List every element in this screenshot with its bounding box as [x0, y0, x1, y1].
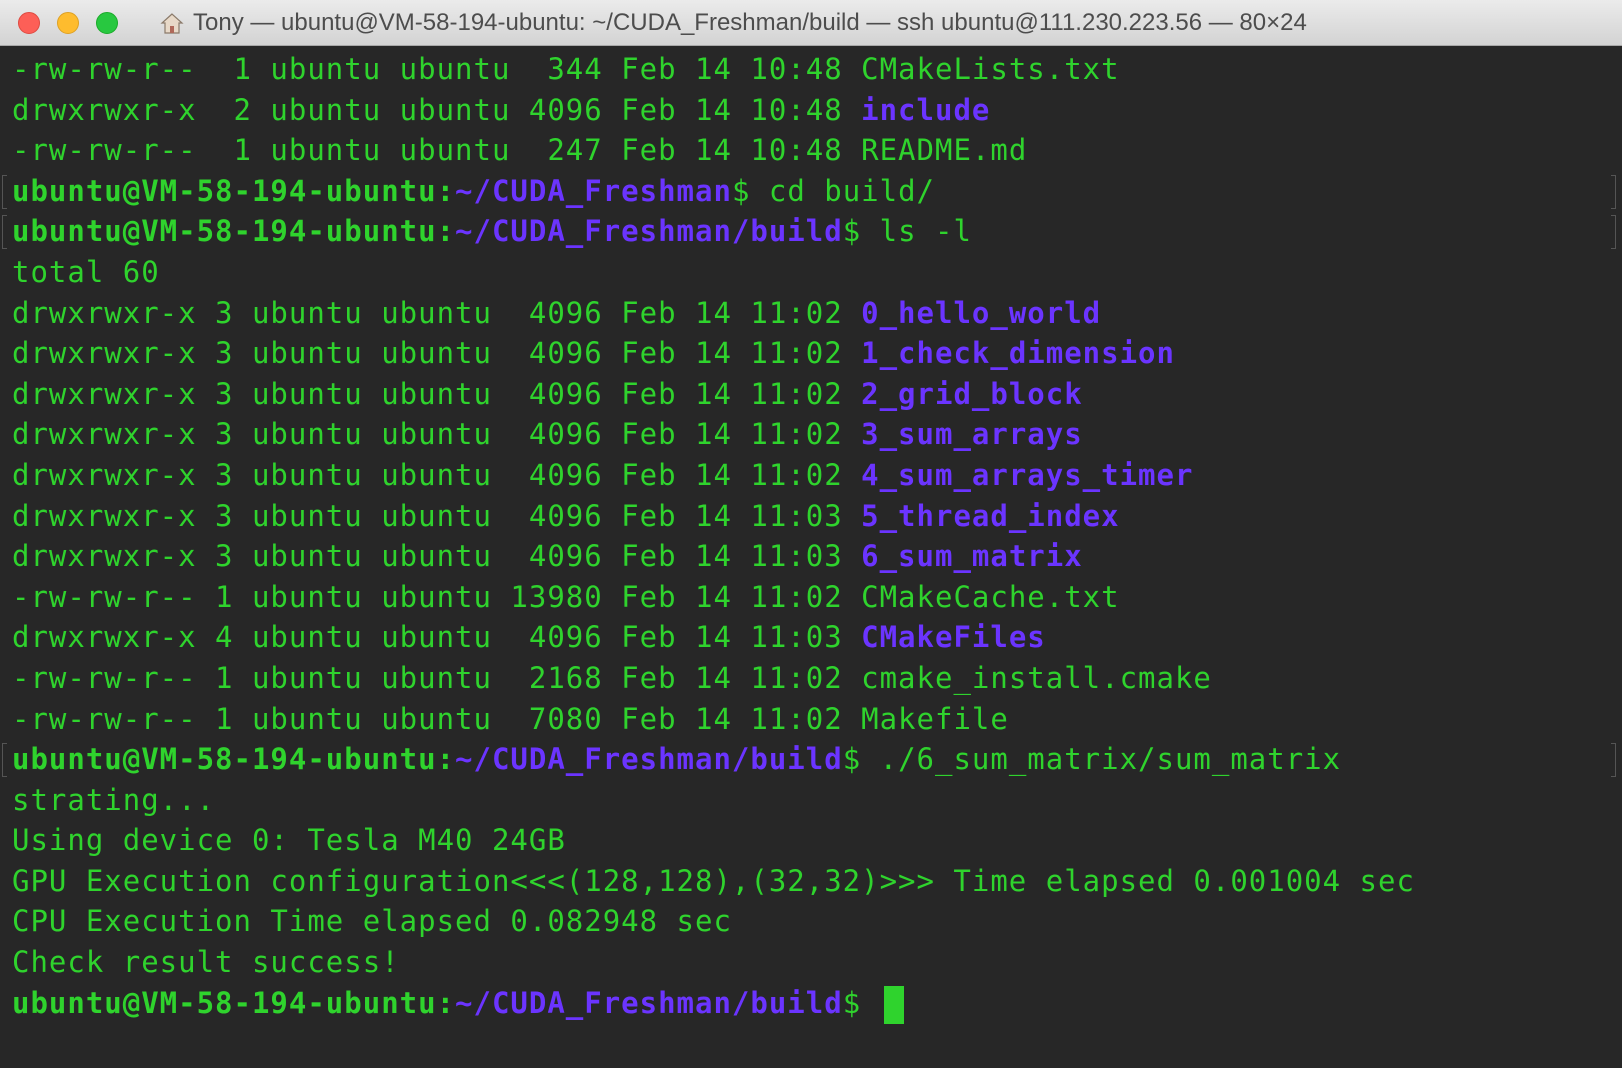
- dir-name: 3_sum_arrays: [861, 417, 1083, 452]
- file-name: Makefile: [861, 701, 1009, 736]
- prompt-line: ubuntu@VM-58-194-ubuntu:~/CUDA_Freshman/…: [12, 983, 1622, 1024]
- row-prefix: drwxrwxr-x 3 ubuntu ubuntu 4096 Feb 14 1…: [12, 295, 862, 330]
- row-prefix: -rw-rw-r-- 1 ubuntu ubuntu 13980 Feb 14 …: [12, 579, 862, 614]
- listing-row: -rw-rw-r-- 1 ubuntu ubuntu 344 Feb 14 10…: [12, 49, 1622, 90]
- dir-name: 1_check_dimension: [861, 336, 1175, 371]
- file-name: CMakeCache.txt: [861, 579, 1120, 614]
- row-prefix: drwxrwxr-x 3 ubuntu ubuntu 4096 Feb 14 1…: [12, 336, 862, 371]
- listing-row: drwxrwxr-x 4 ubuntu ubuntu 4096 Feb 14 1…: [12, 617, 1622, 658]
- prompt-user: ubuntu@VM-58-194-ubuntu:: [12, 985, 456, 1020]
- row-prefix: -rw-rw-r-- 1 ubuntu ubuntu 344 Feb 14 10…: [12, 52, 862, 86]
- listing-row: drwxrwxr-x 3 ubuntu ubuntu 4096 Feb 14 1…: [12, 455, 1622, 496]
- dir-name: 6_sum_matrix: [861, 539, 1083, 574]
- terminal-cursor[interactable]: [883, 985, 904, 1024]
- command-text: cd build/: [750, 173, 936, 208]
- prompt-line: ubuntu@VM-58-194-ubuntu:~/CUDA_Freshman/…: [2, 211, 1622, 252]
- row-prefix: drwxrwxr-x 2 ubuntu ubuntu 4096 Feb 14 1…: [12, 92, 862, 127]
- listing-row: drwxrwxr-x 2 ubuntu ubuntu 4096 Feb 14 1…: [12, 90, 1622, 131]
- mark-bracket-right: [1611, 743, 1616, 778]
- total-line: total 60: [12, 254, 160, 289]
- row-prefix: drwxrwxr-x 3 ubuntu ubuntu 4096 Feb 14 1…: [12, 457, 862, 492]
- listing-row: -rw-rw-r-- 1 ubuntu ubuntu 2168 Feb 14 1…: [12, 658, 1622, 699]
- dir-name: 0_hello_world: [861, 295, 1102, 330]
- command-text: ./6_sum_matrix/sum_matrix: [861, 742, 1342, 777]
- row-prefix: drwxrwxr-x 3 ubuntu ubuntu 4096 Feb 14 1…: [12, 417, 862, 452]
- row-prefix: drwxrwxr-x 4 ubuntu ubuntu 4096 Feb 14 1…: [12, 620, 862, 655]
- prompt-path: ~/CUDA_Freshman/build: [455, 214, 843, 249]
- row-prefix: drwxrwxr-x 3 ubuntu ubuntu 4096 Feb 14 1…: [12, 498, 862, 533]
- file-name: README.md: [861, 133, 1028, 168]
- prompt-user: ubuntu@VM-58-194-ubuntu:: [12, 173, 456, 208]
- listing-row: -rw-rw-r-- 1 ubuntu ubuntu 13980 Feb 14 …: [12, 577, 1622, 618]
- row-prefix: -rw-rw-r-- 1 ubuntu ubuntu 247 Feb 14 10…: [12, 133, 862, 168]
- dir-name: 2_grid_block: [861, 376, 1083, 411]
- dir-name: CMakeFiles: [861, 620, 1046, 655]
- terminal-window: Tony — ubuntu@VM-58-194-ubuntu: ~/CUDA_F…: [0, 0, 1622, 1068]
- prompt-symbol: $: [842, 742, 862, 777]
- row-prefix: drwxrwxr-x 3 ubuntu ubuntu 4096 Feb 14 1…: [12, 376, 862, 411]
- dir-name: include: [861, 92, 991, 127]
- prompt-path: ~/CUDA_Freshman/build: [455, 985, 843, 1020]
- mark-bracket-right: [1611, 215, 1616, 250]
- output-line: Using device 0: Tesla M40 24GB: [12, 823, 566, 858]
- prompt-user: ubuntu@VM-58-194-ubuntu:: [12, 742, 456, 777]
- listing-row: drwxrwxr-x 3 ubuntu ubuntu 4096 Feb 14 1…: [12, 496, 1622, 537]
- prompt-symbol: $: [731, 173, 751, 208]
- prompt-symbol: $: [842, 985, 862, 1020]
- prompt-user: ubuntu@VM-58-194-ubuntu:: [12, 214, 456, 249]
- window-title: Tony — ubuntu@VM-58-194-ubuntu: ~/CUDA_F…: [193, 9, 1307, 36]
- dir-name: 5_thread_index: [861, 498, 1120, 533]
- title-bar[interactable]: Tony — ubuntu@VM-58-194-ubuntu: ~/CUDA_F…: [0, 0, 1622, 46]
- minimize-button[interactable]: [57, 12, 79, 34]
- listing-row: drwxrwxr-x 3 ubuntu ubuntu 4096 Feb 14 1…: [12, 293, 1622, 334]
- row-prefix: -rw-rw-r-- 1 ubuntu ubuntu 7080 Feb 14 1…: [12, 701, 862, 736]
- listing-row: drwxrwxr-x 3 ubuntu ubuntu 4096 Feb 14 1…: [12, 536, 1622, 577]
- output-line: strating...: [12, 782, 216, 817]
- prompt-path: ~/CUDA_Freshman: [455, 173, 732, 208]
- command-text: ls -l: [861, 214, 972, 249]
- listing-row: drwxrwxr-x 3 ubuntu ubuntu 4096 Feb 14 1…: [12, 333, 1622, 374]
- home-icon: [160, 13, 184, 34]
- row-prefix: drwxrwxr-x 3 ubuntu ubuntu 4096 Feb 14 1…: [12, 539, 862, 574]
- mark-bracket-left: [2, 215, 7, 250]
- terminal-output[interactable]: -rw-rw-r-- 1 ubuntu ubuntu 344 Feb 14 10…: [0, 46, 1622, 1068]
- prompt-path: ~/CUDA_Freshman/build: [455, 742, 843, 777]
- output-line: GPU Execution configuration<<<(128,128),…: [12, 863, 1415, 898]
- listing-row: drwxrwxr-x 3 ubuntu ubuntu 4096 Feb 14 1…: [12, 414, 1622, 455]
- prompt-symbol: $: [842, 214, 862, 249]
- file-name: CMakeLists.txt: [861, 52, 1120, 86]
- dir-name: 4_sum_arrays_timer: [861, 457, 1194, 492]
- listing-row: -rw-rw-r-- 1 ubuntu ubuntu 7080 Feb 14 1…: [12, 699, 1622, 740]
- output-line: CPU Execution Time elapsed 0.082948 sec: [12, 904, 732, 939]
- listing-row: drwxrwxr-x 3 ubuntu ubuntu 4096 Feb 14 1…: [12, 374, 1622, 415]
- maximize-button[interactable]: [96, 12, 118, 34]
- mark-bracket-left: [2, 743, 7, 778]
- close-button[interactable]: [18, 12, 40, 34]
- mark-bracket-right: [1611, 174, 1616, 209]
- output-line: Check result success!: [12, 945, 400, 980]
- row-prefix: -rw-rw-r-- 1 ubuntu ubuntu 2168 Feb 14 1…: [12, 660, 862, 695]
- prompt-line: ubuntu@VM-58-194-ubuntu:~/CUDA_Freshman$…: [2, 171, 1622, 212]
- file-name: cmake_install.cmake: [861, 660, 1212, 695]
- mark-bracket-left: [2, 174, 7, 209]
- listing-row: -rw-rw-r-- 1 ubuntu ubuntu 247 Feb 14 10…: [12, 130, 1622, 171]
- prompt-line: ubuntu@VM-58-194-ubuntu:~/CUDA_Freshman/…: [2, 739, 1622, 780]
